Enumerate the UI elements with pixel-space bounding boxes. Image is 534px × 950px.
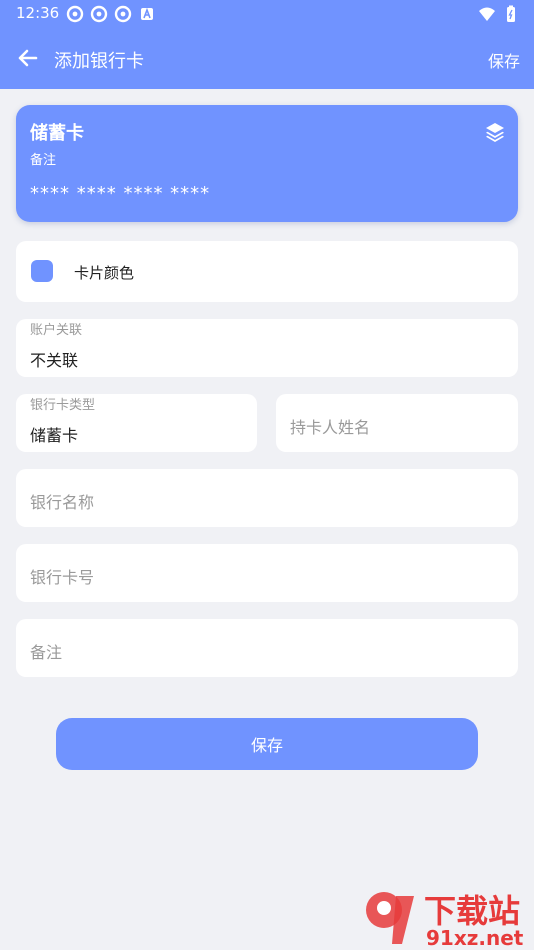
bank-name-placeholder: 银行名称 xyxy=(30,493,95,512)
account-link-field[interactable]: 账户关联 不关联 xyxy=(16,319,518,377)
bank-card-preview: 储蓄卡 备注 **** **** **** **** xyxy=(16,105,518,222)
card-type-label: 银行卡类型 xyxy=(30,398,96,413)
save-button[interactable]: 保存 xyxy=(56,718,478,770)
watermark-logo-icon xyxy=(366,892,414,944)
app-bar: 添加银行卡 保存 xyxy=(0,28,534,89)
card-color-label: 卡片颜色 xyxy=(74,264,135,282)
color-swatch xyxy=(31,260,53,282)
battery-icon xyxy=(507,5,515,22)
wifi-icon xyxy=(479,7,495,21)
holder-name-input[interactable]: 持卡人姓名 xyxy=(276,394,518,452)
card-number-text: **** **** **** **** xyxy=(30,183,211,204)
back-arrow-icon[interactable] xyxy=(14,44,42,72)
account-link-value: 不关联 xyxy=(30,351,79,370)
page-title: 添加银行卡 xyxy=(54,51,144,72)
card-type-text: 储蓄卡 xyxy=(30,123,84,144)
holder-name-placeholder: 持卡人姓名 xyxy=(290,418,371,437)
a-badge-icon xyxy=(141,7,153,20)
card-number-input[interactable]: 银行卡号 xyxy=(16,544,518,602)
account-link-label: 账户关联 xyxy=(30,323,83,338)
sync-icon xyxy=(66,5,84,23)
note-placeholder: 备注 xyxy=(30,643,63,662)
layers-icon[interactable] xyxy=(484,121,506,143)
save-action[interactable]: 保存 xyxy=(488,48,520,72)
bank-name-input[interactable]: 银行名称 xyxy=(16,469,518,527)
card-color-row[interactable]: 卡片颜色 xyxy=(16,241,518,302)
sync-icon xyxy=(114,5,132,23)
status-time: 12:36 xyxy=(16,4,60,22)
watermark-logo: 下载站 91xz.net xyxy=(362,886,534,950)
card-number-placeholder: 银行卡号 xyxy=(30,568,95,587)
status-bar: 12:36 xyxy=(0,0,534,28)
watermark-text-bottom: 91xz.net xyxy=(426,926,524,950)
note-input[interactable]: 备注 xyxy=(16,619,518,677)
card-type-field[interactable]: 银行卡类型 储蓄卡 xyxy=(16,394,257,452)
card-note-text: 备注 xyxy=(30,153,57,168)
card-type-value: 储蓄卡 xyxy=(30,426,79,445)
sync-icon xyxy=(90,5,108,23)
